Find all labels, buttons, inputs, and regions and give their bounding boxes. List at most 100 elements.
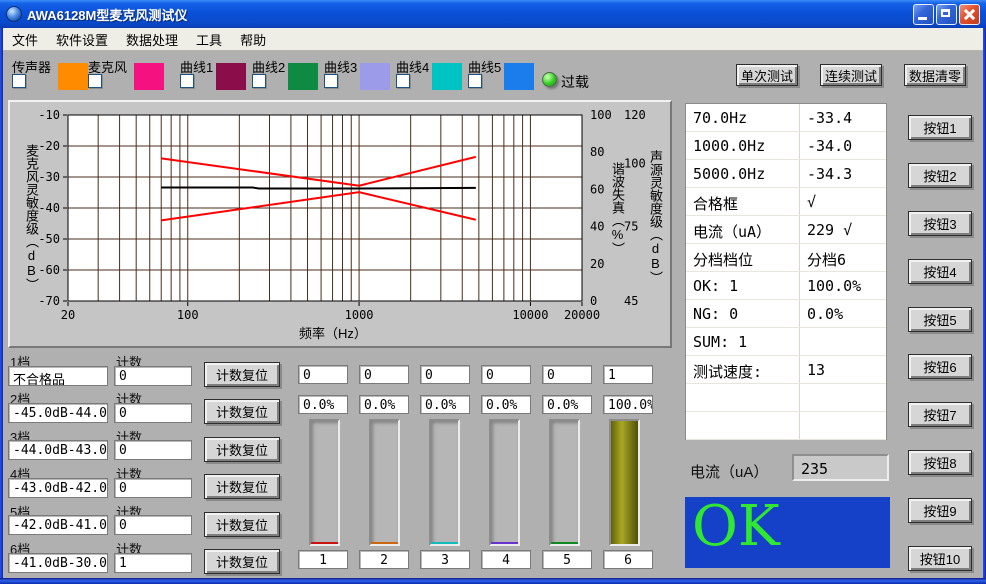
title-bar: AWA6128M型麦克风测试仪 [0,0,986,28]
table-row: 70.0Hz-33.4 [686,104,886,132]
table-row: OK: 1100.0% [686,272,886,300]
table-cell-value: -34.3 [800,160,886,187]
side-button[interactable]: 按钮9 [908,498,972,523]
table-row: 电流（uA）229 √ [686,216,886,244]
side-button[interactable]: 按钮2 [908,163,972,188]
bin-count-field[interactable]: 0 [420,365,470,384]
grade-count-field[interactable]: 0 [114,366,192,386]
app-icon [6,6,22,22]
table-cell-value [800,412,886,439]
menu-bar: 文件软件设置数据处理工具帮助 [3,28,983,51]
menu-item[interactable]: 工具 [187,28,231,51]
tank-fill-level [611,421,638,544]
legend-checkbox[interactable] [468,74,482,88]
grade-range-field[interactable]: 不合格品 [8,366,108,386]
x-tick-label: 20 [61,308,75,322]
side-button[interactable]: 按钮8 [908,450,972,475]
toolbar-button[interactable]: 单次测试 [736,64,798,86]
side-button[interactable]: 按钮4 [908,259,972,284]
count-reset-button[interactable]: 计数复位 [204,437,280,462]
count-reset-button[interactable]: 计数复位 [204,474,280,499]
y-tick-label-right-inner: 100 [590,108,612,122]
legend-checkbox[interactable] [396,74,410,88]
table-row [686,384,886,412]
grade-range-field[interactable]: -45.0dB-44.0dB [8,403,108,423]
bin-count-field[interactable]: 0 [359,365,409,384]
y-tick-label-right-outer: 45 [624,294,638,308]
close-button[interactable] [959,4,980,25]
series-measured [161,188,476,189]
bin-count-field[interactable]: 1 [603,365,653,384]
legend-checkbox[interactable] [252,74,266,88]
current-value-display: 235 [792,454,889,481]
maximize-button[interactable] [936,4,957,25]
minimize-button[interactable] [913,4,934,25]
count-reset-button[interactable]: 计数复位 [204,549,280,574]
side-button[interactable]: 按钮7 [908,402,972,427]
status-text: OK [685,497,890,559]
toolbar-button[interactable]: 数据清零 [904,64,966,86]
toolbar-button[interactable]: 连续测试 [820,64,882,86]
legend-color-swatch [216,63,246,90]
grade-count-field[interactable]: 0 [114,403,192,423]
bin-percent-display: 0.0% [359,395,409,414]
bin-count-field[interactable]: 0 [298,365,348,384]
bin-number-label: 4 [481,550,531,569]
y-tick-label-left: -10 [38,108,60,122]
side-button[interactable]: 按钮1 [908,115,972,140]
table-row: SUM: 1 [686,328,886,356]
side-button[interactable]: 按钮5 [908,307,972,332]
count-reset-button[interactable]: 计数复位 [204,362,280,387]
menu-item[interactable]: 软件设置 [47,28,117,51]
grade-count-field[interactable]: 0 [114,478,192,498]
side-button[interactable]: 按钮10 [908,546,972,571]
legend-color-swatch [432,63,462,90]
bin-count-field[interactable]: 0 [542,365,592,384]
table-cell-name: 70.0Hz [686,104,800,131]
grade-range-field[interactable]: -43.0dB-42.0dB [8,478,108,498]
menu-item[interactable]: 帮助 [231,28,275,51]
grade-range-field[interactable]: -42.0dB-41.0dB [8,515,108,535]
x-tick-label: 100 [177,308,199,322]
y-tick-label-right-inner: 20 [590,257,604,271]
x-axis-label: 频率（Hz） [268,323,398,342]
table-cell-name: 1000.0Hz [686,132,800,159]
table-row: 分档档位分档6 [686,244,886,272]
y-tick-label-right-inner: 0 [590,294,597,308]
count-reset-button[interactable]: 计数复位 [204,512,280,537]
y-tick-label-left: -60 [38,263,60,277]
legend-checkbox[interactable] [324,74,338,88]
chart-canvas: -10-20-30-40-50-60-702010010001000020000… [10,102,670,346]
grade-range-field[interactable]: -41.0dB-30.0dB [8,553,108,573]
side-button[interactable]: 按钮6 [908,354,972,379]
table-row: 1000.0Hz-34.0 [686,132,886,160]
menu-item[interactable]: 文件 [3,28,47,51]
count-reset-button[interactable]: 计数复位 [204,399,280,424]
x-tick-label: 10000 [512,308,548,322]
grade-count-field[interactable]: 0 [114,440,192,460]
grade-count-field[interactable]: 1 [114,553,192,573]
table-cell-name [686,412,800,439]
legend-checkbox[interactable] [88,74,102,88]
grade-range-field[interactable]: -44.0dB-43.0dB [8,440,108,460]
table-cell-name: 5000.0Hz [686,160,800,187]
bin-tank-meter [489,419,520,546]
menu-item[interactable]: 数据处理 [117,28,187,51]
bin-number-label: 3 [420,550,470,569]
grade-count-field[interactable]: 0 [114,515,192,535]
bin-count-field[interactable]: 0 [481,365,531,384]
legend-checkbox[interactable] [180,74,194,88]
table-cell-value: -34.0 [800,132,886,159]
table-cell-name: 分档档位 [686,244,800,271]
table-row: NG: 00.0% [686,300,886,328]
table-cell-value [800,328,886,355]
legend-checkbox[interactable] [12,74,26,88]
y-axis-left-label: 麦克风灵敏度级（dB） [22,144,41,291]
bin-number-label: 1 [298,550,348,569]
side-button[interactable]: 按钮3 [908,211,972,236]
table-row: 5000.0Hz-34.3 [686,160,886,188]
bin-percent-display: 0.0% [420,395,470,414]
overload-label: 过载 [561,72,589,92]
table-cell-name: NG: 0 [686,300,800,327]
overload-led-icon [542,72,557,87]
